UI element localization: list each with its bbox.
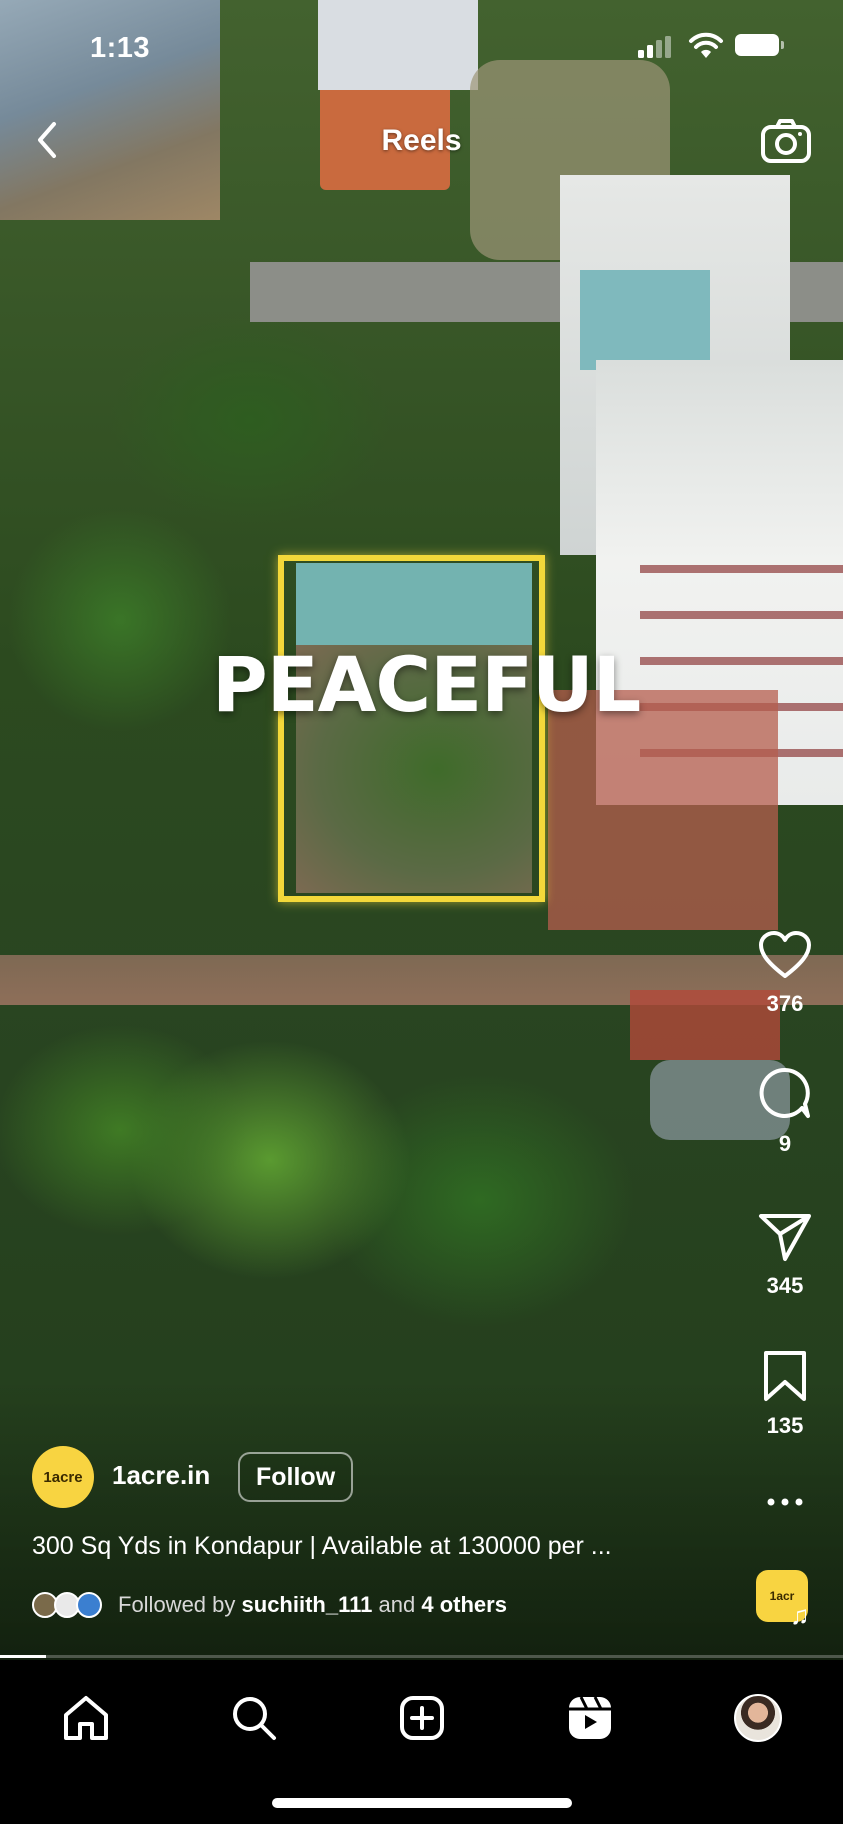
like-count: 376	[766, 991, 804, 1016]
author-avatar[interactable]: 1acre	[32, 1446, 94, 1508]
save-count: 135	[766, 1413, 804, 1438]
overlay-caption-text: PEACEFUL	[212, 640, 641, 729]
nav-create[interactable]	[392, 1688, 452, 1748]
like-action[interactable]: 376	[750, 930, 820, 1017]
home-icon[interactable]	[62, 1695, 110, 1741]
heart-icon[interactable]	[758, 930, 812, 980]
save-action[interactable]: 135	[750, 1350, 820, 1439]
comment-count: 9	[778, 1131, 792, 1156]
profile-avatar[interactable]	[734, 1694, 782, 1742]
status-time: 1:13	[90, 32, 151, 64]
share-count: 345	[766, 1273, 804, 1298]
more-dots-icon[interactable]	[765, 1497, 805, 1507]
reels-icon[interactable]	[567, 1695, 613, 1741]
bookmark-icon[interactable]	[762, 1350, 808, 1402]
video-progress-fill	[0, 1655, 47, 1658]
comment-bubble-icon[interactable]	[758, 1066, 812, 1120]
music-note-icon: ♫	[790, 1600, 810, 1630]
video-progress-bar[interactable]	[0, 1655, 843, 1658]
reel-caption[interactable]: 300 Sq Yds in Kondapur | Available at 13…	[32, 1532, 612, 1561]
followed-by-user[interactable]: suchiith_111	[242, 1592, 373, 1617]
status-bar: 1:13	[0, 28, 843, 68]
paper-plane-icon[interactable]	[758, 1212, 812, 1262]
follower-avatars	[32, 1590, 112, 1620]
follow-button[interactable]: Follow	[238, 1452, 354, 1502]
page-title: Reels	[381, 124, 462, 157]
teal-roof	[580, 270, 710, 370]
followed-by-prefix: Followed by	[118, 1592, 236, 1617]
reel-video[interactable]: PEACEFUL	[0, 0, 843, 1660]
follower-avatar	[76, 1592, 102, 1618]
reels-header: Reels	[0, 118, 843, 168]
nav-reels[interactable]	[560, 1688, 620, 1748]
followed-by-joiner: and	[378, 1592, 416, 1617]
camera-icon[interactable]	[760, 118, 812, 164]
home-indicator	[272, 1798, 572, 1808]
cellular-signal-icon	[638, 36, 671, 58]
nav-home[interactable]	[56, 1688, 116, 1748]
create-icon[interactable]	[399, 1695, 445, 1741]
nav-profile[interactable]	[728, 1688, 788, 1748]
search-icon[interactable]	[230, 1694, 278, 1742]
comment-action[interactable]: 9	[750, 1066, 820, 1157]
share-action[interactable]: 345	[750, 1212, 820, 1299]
battery-icon	[735, 34, 784, 56]
author-username[interactable]: 1acre.in	[112, 1460, 210, 1491]
wifi-icon	[689, 32, 723, 58]
nav-search[interactable]	[224, 1688, 284, 1748]
followed-by-others[interactable]: 4 others	[421, 1592, 507, 1617]
bottom-shade	[0, 1380, 843, 1660]
reel-author: 1acre 1acre.in Follow	[32, 1446, 632, 1508]
more-options-action[interactable]	[750, 1494, 820, 1512]
